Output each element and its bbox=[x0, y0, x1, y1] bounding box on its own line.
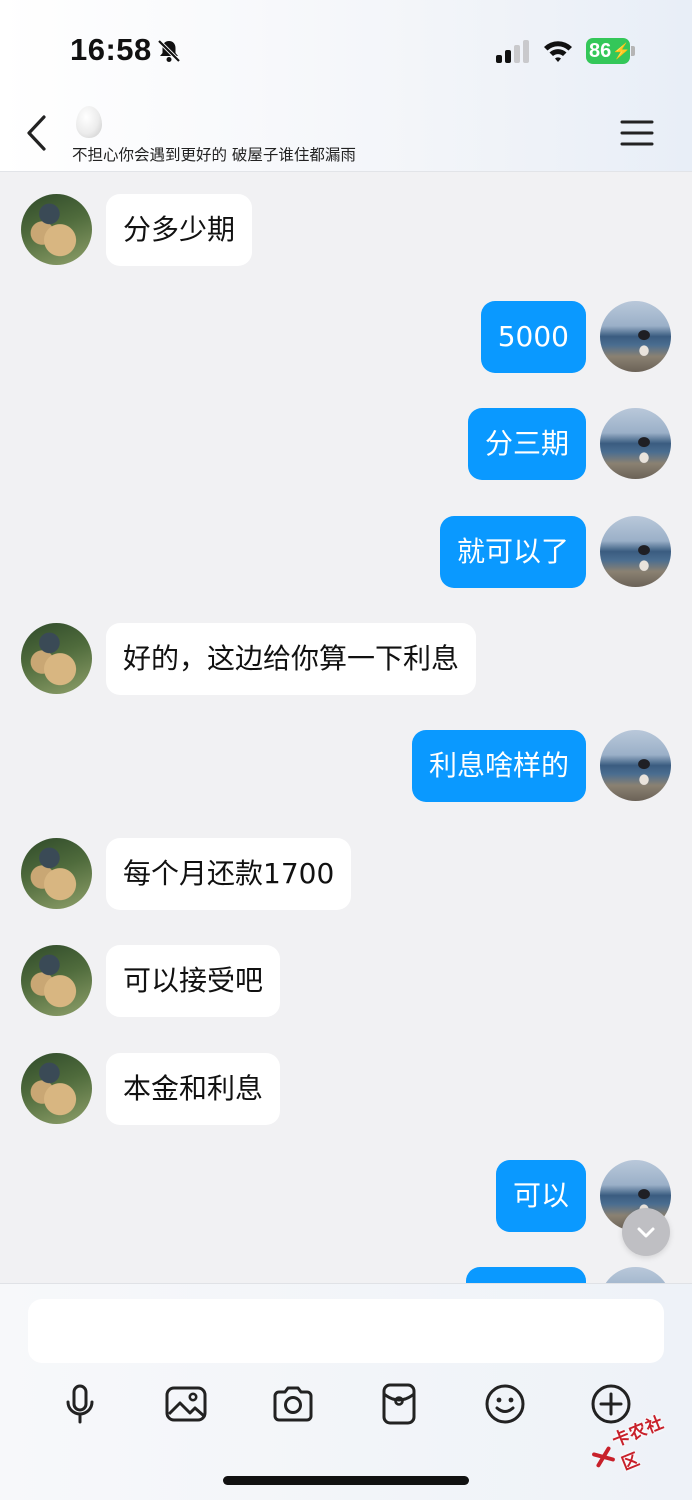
message-list[interactable]: 分多少期 5000 分三期 就可以了 好的，这边给你算一下利息 利息啥样的 每个… bbox=[0, 173, 692, 1283]
message-row: 利息啥样的 bbox=[0, 730, 692, 802]
outgoing-message-bubble[interactable]: 可以 bbox=[495, 1160, 586, 1232]
self-avatar[interactable] bbox=[600, 408, 671, 479]
menu-button[interactable] bbox=[620, 118, 654, 148]
message-row: 就可以了 bbox=[0, 516, 692, 588]
contact-avatar[interactable] bbox=[21, 623, 92, 694]
message-row bbox=[0, 1267, 692, 1283]
contact-avatar[interactable] bbox=[21, 838, 92, 909]
egg-icon bbox=[76, 106, 102, 138]
incoming-message-bubble[interactable]: 分多少期 bbox=[106, 194, 253, 266]
incoming-message-bubble[interactable]: 每个月还款1700 bbox=[106, 838, 352, 910]
incoming-message-bubble[interactable]: 好的，这边给你算一下利息 bbox=[106, 623, 477, 695]
scroll-to-bottom-button[interactable] bbox=[622, 1208, 670, 1256]
message-row: 分三期 bbox=[0, 408, 692, 480]
self-avatar[interactable] bbox=[600, 516, 671, 587]
camera-icon[interactable] bbox=[271, 1382, 315, 1426]
message-row: 好的，这边给你算一下利息 bbox=[0, 623, 692, 695]
outgoing-message-bubble[interactable]: 就可以了 bbox=[439, 516, 586, 588]
outgoing-message-bubble[interactable]: 5000 bbox=[480, 301, 586, 373]
home-indicator[interactable] bbox=[223, 1476, 469, 1485]
battery-indicator: 86 ⚡ bbox=[586, 38, 631, 64]
back-button[interactable] bbox=[22, 112, 54, 154]
emoji-icon[interactable] bbox=[483, 1382, 527, 1426]
chevron-down-icon bbox=[637, 1227, 655, 1238]
status-time: 16:58 bbox=[70, 32, 152, 67]
microphone-icon[interactable] bbox=[58, 1382, 102, 1426]
red-packet-icon[interactable] bbox=[377, 1382, 421, 1426]
message-row: 5000 bbox=[0, 301, 692, 373]
self-avatar[interactable] bbox=[600, 301, 671, 372]
contact-avatar[interactable] bbox=[21, 945, 92, 1016]
message-row: 本金和利息 bbox=[0, 1053, 692, 1125]
message-row: 可以接受吧 bbox=[0, 945, 692, 1017]
charging-bolt-icon: ⚡ bbox=[612, 43, 631, 60]
contact-avatar[interactable] bbox=[21, 194, 92, 265]
outgoing-message-bubble[interactable]: 利息啥样的 bbox=[411, 730, 586, 802]
status-bar: 16:58 86 ⚡ bbox=[0, 0, 692, 100]
image-icon[interactable] bbox=[164, 1382, 208, 1426]
outgoing-message-bubble[interactable]: 分三期 bbox=[467, 408, 586, 480]
message-row: 可以 bbox=[0, 1160, 692, 1232]
chat-header: 不担心你会遇到更好的 破屋子谁住都漏雨 bbox=[0, 100, 692, 172]
message-row: 每个月还款1700 bbox=[0, 838, 692, 910]
contact-signature: 不担心你会遇到更好的 破屋子谁住都漏雨 bbox=[72, 146, 356, 164]
incoming-message-bubble[interactable]: 可以接受吧 bbox=[106, 945, 281, 1017]
outgoing-message-bubble[interactable] bbox=[466, 1267, 586, 1283]
message-row: 分多少期 bbox=[0, 194, 692, 266]
message-input[interactable] bbox=[28, 1299, 664, 1363]
incoming-message-bubble[interactable]: 本金和利息 bbox=[106, 1053, 281, 1125]
self-avatar[interactable] bbox=[600, 730, 671, 801]
cellular-signal-icon bbox=[496, 40, 529, 63]
bell-muted-icon bbox=[157, 39, 181, 63]
contact-avatar[interactable] bbox=[21, 1053, 92, 1124]
battery-cap bbox=[631, 46, 635, 56]
self-avatar[interactable] bbox=[600, 1267, 671, 1283]
input-area bbox=[0, 1283, 692, 1500]
battery-level: 86 bbox=[589, 39, 612, 62]
wifi-icon bbox=[544, 41, 572, 62]
